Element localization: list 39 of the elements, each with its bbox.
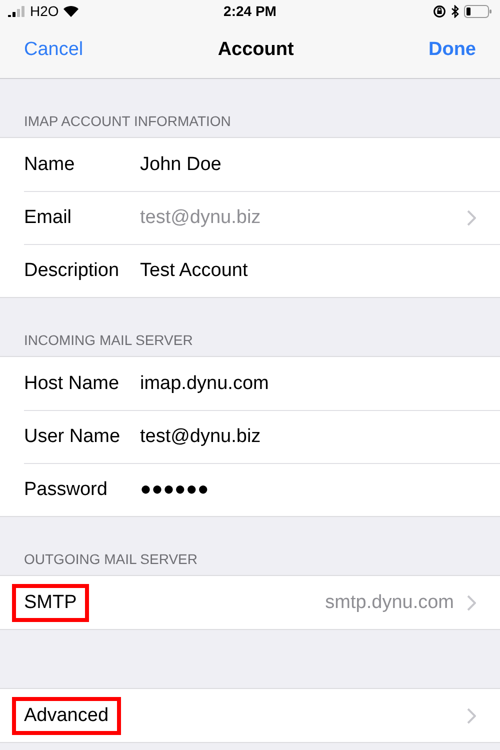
field-label: Host Name bbox=[24, 372, 120, 394]
settings-row[interactable]: Host Name imap.dynu.com bbox=[0, 357, 500, 410]
field-value: ●●●●●● bbox=[140, 479, 210, 501]
battery-icon bbox=[464, 4, 492, 18]
settings-row[interactable]: Email test@dynu.biz bbox=[24, 191, 500, 244]
field-label: User Name bbox=[24, 426, 122, 448]
field-label: Password bbox=[24, 479, 108, 501]
section-header: INCOMING MAIL SERVER bbox=[24, 332, 193, 348]
settings-row[interactable]: Advanced bbox=[0, 689, 500, 742]
row-detail: smtp.dynu.com bbox=[325, 592, 454, 614]
field-value: imap.dynu.com bbox=[140, 372, 270, 394]
bluetooth-icon bbox=[451, 4, 460, 18]
rotation-lock-icon bbox=[433, 4, 446, 18]
wifi-icon bbox=[62, 5, 79, 17]
settings-row[interactable]: Password ●●●●●● bbox=[24, 463, 500, 516]
cancel-button[interactable]: Cancel bbox=[24, 39, 84, 61]
row-label: Advanced bbox=[12, 696, 121, 734]
section-header: OUTGOING MAIL SERVER bbox=[24, 551, 198, 567]
row-label: SMTP bbox=[12, 584, 89, 622]
field-label: Email bbox=[24, 207, 73, 229]
settings-row[interactable]: Description Test Account bbox=[24, 244, 500, 297]
settings-row[interactable]: User Name test@dynu.biz bbox=[24, 410, 500, 463]
chevron-icon bbox=[466, 594, 476, 610]
field-label: Name bbox=[24, 154, 76, 176]
field-value: Test Account bbox=[140, 260, 249, 282]
done-button[interactable]: Done bbox=[428, 39, 476, 61]
field-label: Description bbox=[24, 260, 120, 282]
nav-title: Account bbox=[218, 39, 294, 61]
field-value: test@dynu.biz bbox=[140, 207, 262, 229]
chevron-icon bbox=[466, 708, 476, 724]
carrier-name: H2O bbox=[30, 3, 59, 19]
field-value: John Doe bbox=[140, 154, 222, 176]
chevron-icon bbox=[466, 210, 476, 226]
settings-row[interactable]: Name John Doe bbox=[0, 138, 500, 191]
settings-row[interactable]: SMTP smtp.dynu.com bbox=[0, 576, 500, 629]
signal-icon bbox=[8, 6, 26, 16]
section-header: IMAP ACCOUNT INFORMATION bbox=[24, 113, 231, 129]
field-value: test@dynu.biz bbox=[140, 426, 262, 448]
status-time: 2:24 PM bbox=[224, 3, 276, 19]
